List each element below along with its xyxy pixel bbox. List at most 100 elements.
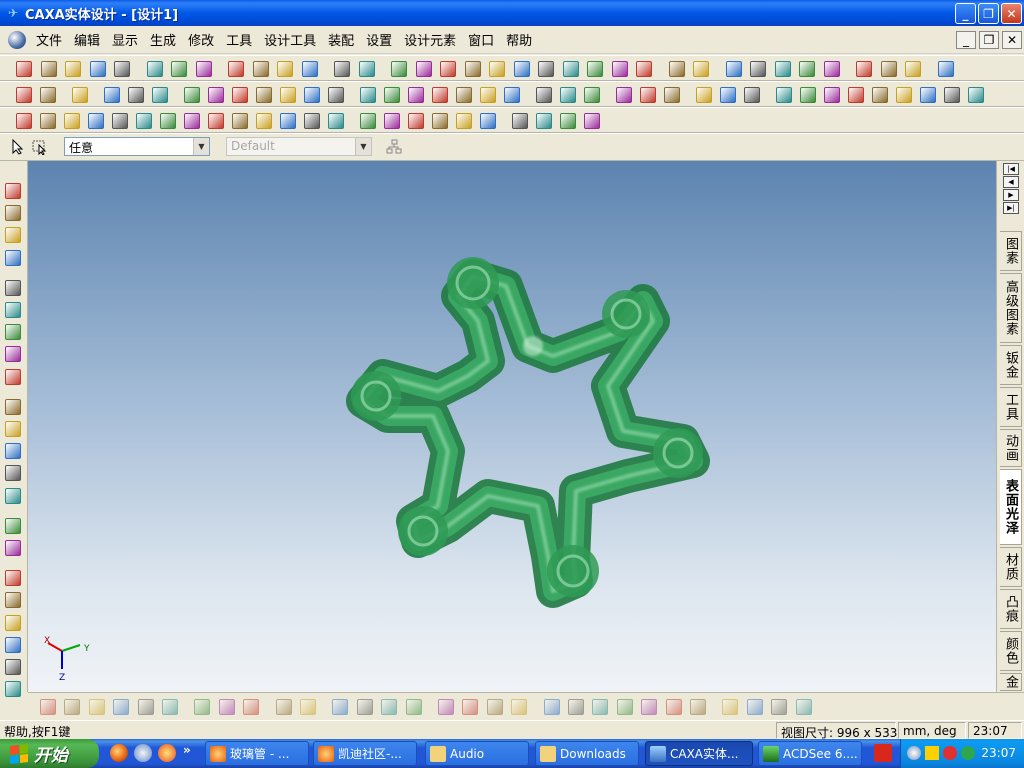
start-button[interactable]: 开始 [0, 739, 99, 768]
toolbar-tool-icon[interactable] [114, 61, 130, 77]
toolbar-tool-icon[interactable] [489, 61, 505, 77]
toolbar-tool-icon[interactable] [275, 699, 292, 715]
toolbar-tool-icon[interactable] [208, 87, 224, 103]
toolbar-tool-icon[interactable] [146, 61, 163, 77]
toolbar-tool-icon[interactable] [300, 699, 316, 715]
menu-tools[interactable]: 工具 [220, 28, 258, 51]
toolbar-tool-icon[interactable] [536, 113, 552, 129]
menu-edit[interactable]: 编辑 [68, 28, 106, 51]
toolbar-tool-icon[interactable] [432, 113, 448, 129]
task-downloads-folder[interactable]: Downloads [535, 741, 639, 766]
menu-assembly[interactable]: 装配 [322, 28, 360, 51]
toolbar-tool-icon[interactable] [128, 87, 144, 103]
document-close-button[interactable]: ✕ [1002, 31, 1022, 49]
toolbar-tool-icon[interactable] [184, 113, 200, 129]
toolbar-tool-icon[interactable] [112, 113, 128, 129]
toolbar-tool-icon[interactable] [504, 87, 520, 103]
toolbar-tool-icon[interactable] [848, 87, 864, 103]
toolbar-tool-icon[interactable] [744, 87, 760, 103]
menu-window[interactable]: 窗口 [462, 28, 500, 51]
toolbar-tool-icon[interactable] [408, 87, 424, 103]
menu-help[interactable]: 帮助 [500, 28, 538, 51]
menu-file[interactable]: 文件 [30, 28, 68, 51]
toolbar-tool-icon[interactable] [232, 113, 248, 129]
toolbar-tool-icon[interactable] [944, 87, 960, 103]
toolbar-tool-icon[interactable] [725, 61, 742, 77]
toolbar-tool-icon[interactable] [5, 681, 21, 698]
toolbar-tool-icon[interactable] [5, 659, 21, 675]
toolbar-tool-icon[interactable] [252, 61, 269, 77]
toolbar-tool-icon[interactable] [584, 87, 600, 103]
toolbar-tool-icon[interactable] [513, 61, 530, 77]
toolbar-tool-icon[interactable] [40, 113, 56, 129]
toolbar-tool-icon[interactable] [328, 87, 344, 103]
toolbar-tool-icon[interactable] [218, 699, 235, 715]
caxa-app-icon[interactable]: ✈ [5, 5, 21, 21]
toolbar-tool-icon[interactable] [5, 636, 21, 653]
document-icon[interactable] [8, 30, 26, 49]
toolbar-tool-icon[interactable] [616, 87, 632, 103]
toolbar-tool-icon[interactable] [65, 61, 81, 77]
toolbar-tool-icon[interactable] [464, 61, 481, 77]
last-tab-icon[interactable]: ▶| [1003, 202, 1019, 214]
glass-tube-model[interactable]: X Y Z [28, 161, 996, 692]
tab-color[interactable]: 颜色 [1000, 631, 1022, 671]
minimize-button[interactable]: _ [955, 3, 976, 24]
toolbar-tool-icon[interactable] [384, 87, 400, 103]
first-tab-icon[interactable]: |◀ [1003, 163, 1019, 175]
toolbar-tool-icon[interactable] [5, 517, 21, 534]
toolbar-tool-icon[interactable] [256, 113, 272, 129]
toolbar-tool-icon[interactable] [408, 113, 424, 129]
toolbar-tool-icon[interactable] [5, 346, 21, 363]
toolbar-tool-icon[interactable] [905, 61, 921, 77]
toolbar-tool-icon[interactable] [360, 113, 376, 129]
toolbar-tool-icon[interactable] [896, 87, 912, 103]
toolbar-tool-icon[interactable] [301, 61, 318, 77]
toolbar-tool-icon[interactable] [256, 87, 272, 103]
toolbar-tool-icon[interactable] [171, 61, 187, 77]
toolbar-tool-icon[interactable] [208, 113, 224, 129]
toolbar-tool-icon[interactable] [5, 487, 21, 504]
toolbar-tool-icon[interactable] [720, 87, 736, 103]
tab-tools[interactable]: 工具 [1000, 387, 1022, 427]
toolbar-tool-icon[interactable] [440, 61, 456, 77]
toolbar-tool-icon[interactable] [5, 368, 21, 385]
toolbar-tool-icon[interactable] [462, 699, 479, 715]
toolbar-tool-icon[interactable] [5, 443, 21, 460]
toolbar-tool-icon[interactable] [16, 61, 32, 77]
toolbar-tool-icon[interactable] [5, 540, 21, 556]
tab-surface-finish[interactable]: 表面光泽 [1000, 469, 1022, 545]
toolbar-tool-icon[interactable] [184, 87, 200, 103]
toolbar-tool-icon[interactable] [334, 61, 350, 77]
tab-advanced-primitives[interactable]: 高级图素 [1000, 273, 1022, 343]
toolbar-tool-icon[interactable] [823, 61, 840, 77]
toolbar-tool-icon[interactable] [243, 699, 260, 715]
tab-material[interactable]: 材质 [1000, 547, 1022, 587]
toolbar-tool-icon[interactable] [750, 61, 766, 77]
toolbar-tool-icon[interactable] [89, 61, 106, 77]
toolbar-tool-icon[interactable] [568, 699, 584, 715]
toolbar-tool-icon[interactable] [512, 113, 528, 129]
toolbar-tool-icon[interactable] [616, 699, 633, 715]
toolbar-tool-icon[interactable] [800, 87, 816, 103]
toolbar-tool-icon[interactable] [562, 61, 579, 77]
task-audio-folder[interactable]: Audio [425, 741, 529, 766]
tab-metal[interactable]: 金 [1000, 673, 1022, 691]
toolbar-tool-icon[interactable] [381, 699, 398, 715]
toolbar-tool-icon[interactable] [304, 113, 320, 129]
toolbar-tool-icon[interactable] [5, 421, 21, 437]
toolbar-tool-icon[interactable] [277, 61, 293, 77]
toolbar-tool-icon[interactable] [194, 699, 211, 715]
toolbar-tool-icon[interactable] [332, 699, 349, 715]
toolbar-tool-icon[interactable] [690, 699, 706, 715]
document-restore-button[interactable]: ❐ [979, 31, 999, 49]
toolbar-tool-icon[interactable] [64, 699, 81, 715]
selection-filter-select[interactable]: 任意 ▼ [64, 137, 210, 156]
toolbar-tool-icon[interactable] [536, 87, 552, 103]
toolbar-tool-icon[interactable] [584, 113, 600, 129]
tab-sheet-metal[interactable]: 钣金 [1000, 345, 1022, 385]
toolbar-tool-icon[interactable] [391, 61, 407, 77]
toolbar-tool-icon[interactable] [5, 183, 21, 199]
toolbar-tool-icon[interactable] [824, 87, 840, 103]
toolbar-tool-icon[interactable] [16, 87, 32, 103]
